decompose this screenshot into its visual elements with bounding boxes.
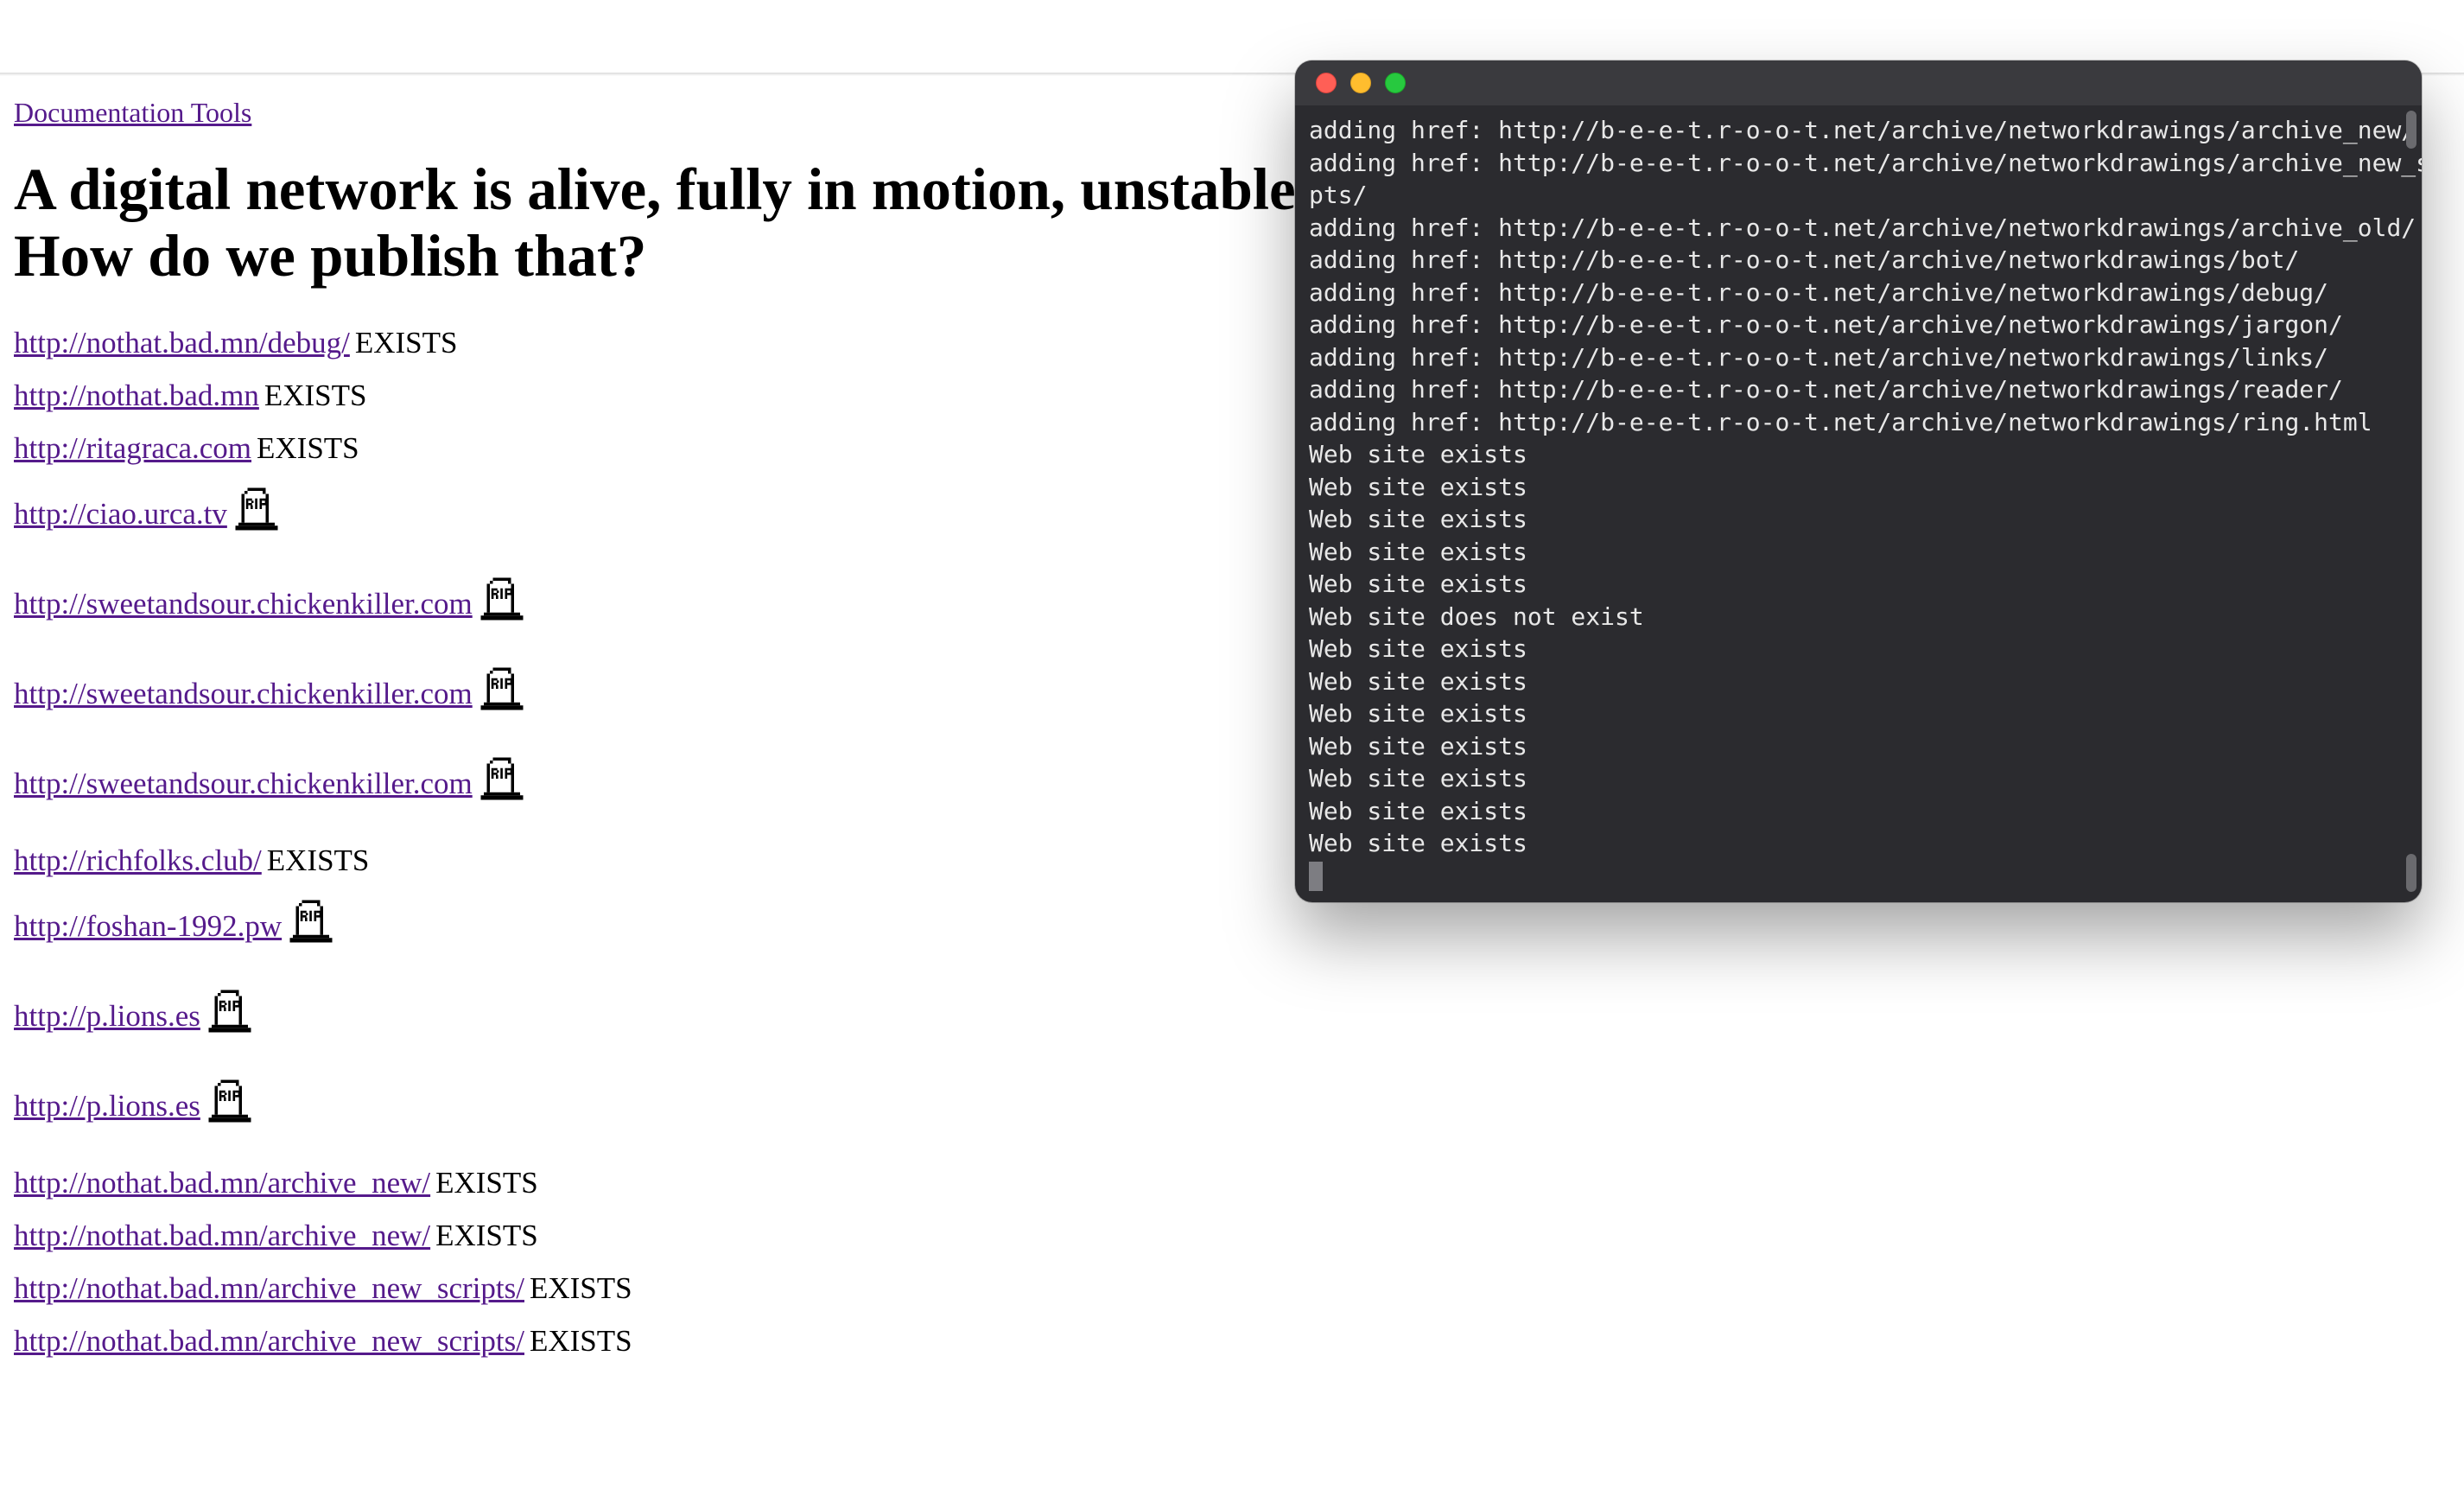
terminal-line: Web site exists	[1309, 634, 1527, 663]
zoom-icon[interactable]	[1385, 73, 1406, 93]
link-row: http://nothat.bad.mn/archive_new/ EXISTS	[14, 1168, 2450, 1198]
rip-tombstone-icon	[478, 576, 526, 622]
terminal-line: adding href: http://b-e-e-t.r-o-o-t.net/…	[1309, 343, 2328, 372]
terminal-line: Web site exists	[1309, 473, 1527, 501]
site-link[interactable]: http://p.lions.es	[14, 1001, 200, 1031]
terminal-line: Web site does not exist	[1309, 602, 1644, 631]
terminal-line: Web site exists	[1309, 667, 1527, 696]
site-link[interactable]: http://nothat.bad.mn/archive_new_scripts…	[14, 1273, 524, 1303]
status-exists-label: EXISTS	[530, 1326, 632, 1356]
site-link[interactable]: http://richfolks.club/	[14, 845, 262, 875]
site-link[interactable]: http://nothat.bad.mn	[14, 380, 259, 411]
terminal-line: adding href: http://b-e-e-t.r-o-o-t.net/…	[1309, 278, 2328, 307]
rip-tombstone-icon	[287, 898, 335, 945]
terminal-cursor	[1309, 862, 1323, 891]
terminal-line: Web site exists	[1309, 538, 1527, 566]
site-link[interactable]: http://sweetandsour.chickenkiller.com	[14, 589, 473, 619]
status-exists-label: EXISTS	[355, 328, 458, 358]
terminal-line: adding href: http://b-e-e-t.r-o-o-t.net/…	[1309, 149, 2422, 177]
page-title-line-2: How do we publish that?	[14, 223, 646, 289]
site-link[interactable]: http://nothat.bad.mn/archive_new/	[14, 1220, 430, 1251]
minimize-icon[interactable]	[1350, 73, 1371, 93]
link-row: http://p.lions.es	[14, 1078, 2450, 1121]
status-exists-label: EXISTS	[435, 1168, 538, 1198]
terminal-line: adding href: http://b-e-e-t.r-o-o-t.net/…	[1309, 408, 2372, 436]
terminal-line: Web site exists	[1309, 570, 1527, 598]
terminal-window[interactable]: adding href: http://b-e-e-t.r-o-o-t.net/…	[1295, 60, 2422, 902]
terminal-line: Web site exists	[1309, 764, 1527, 793]
terminal-line: Web site exists	[1309, 505, 1527, 533]
terminal-scrollbar-top[interactable]	[2406, 111, 2416, 149]
terminal-line: adding href: http://b-e-e-t.r-o-o-t.net/…	[1309, 310, 2343, 339]
terminal-line: pts/	[1309, 181, 1367, 209]
site-link[interactable]: http://sweetandsour.chickenkiller.com	[14, 678, 473, 709]
close-icon[interactable]	[1316, 73, 1337, 93]
status-exists-label: EXISTS	[257, 433, 359, 463]
link-row: http://nothat.bad.mn/archive_new_scripts…	[14, 1273, 2450, 1303]
link-row: http://foshan-1992.pw	[14, 898, 2450, 941]
terminal-line: Web site exists	[1309, 829, 1527, 857]
site-link[interactable]: http://nothat.bad.mn/archive_new/	[14, 1168, 430, 1198]
nav-documentation-tools[interactable]: Documentation Tools	[14, 97, 251, 128]
terminal-line: adding href: http://b-e-e-t.r-o-o-t.net/…	[1309, 375, 2343, 404]
link-row: http://nothat.bad.mn/archive_new_scripts…	[14, 1326, 2450, 1356]
terminal-titlebar[interactable]	[1295, 60, 2422, 105]
terminal-scrollbar-bottom[interactable]	[2406, 854, 2416, 892]
status-exists-label: EXISTS	[267, 845, 370, 875]
site-link[interactable]: http://nothat.bad.mn/debug/	[14, 328, 350, 358]
terminal-line: Web site exists	[1309, 440, 1527, 468]
rip-tombstone-icon	[232, 486, 281, 532]
terminal-line: adding href: http://b-e-e-t.r-o-o-t.net/…	[1309, 245, 2299, 274]
terminal-line: adding href: http://b-e-e-t.r-o-o-t.net/…	[1309, 116, 2416, 144]
terminal-output[interactable]: adding href: http://b-e-e-t.r-o-o-t.net/…	[1295, 105, 2422, 902]
link-row: http://nothat.bad.mn/archive_new/ EXISTS	[14, 1220, 2450, 1251]
site-link[interactable]: http://foshan-1992.pw	[14, 911, 282, 941]
site-link[interactable]: http://ciao.urca.tv	[14, 499, 227, 529]
rip-tombstone-icon	[478, 665, 526, 712]
status-exists-label: EXISTS	[435, 1220, 538, 1251]
rip-tombstone-icon	[206, 988, 254, 1034]
status-exists-label: EXISTS	[530, 1273, 632, 1303]
terminal-line: adding href: http://b-e-e-t.r-o-o-t.net/…	[1309, 213, 2416, 242]
site-link[interactable]: http://p.lions.es	[14, 1091, 200, 1121]
rip-tombstone-icon	[206, 1078, 254, 1124]
terminal-line: Web site exists	[1309, 699, 1527, 728]
terminal-line: Web site exists	[1309, 732, 1527, 761]
rip-tombstone-icon	[478, 755, 526, 802]
site-link[interactable]: http://sweetandsour.chickenkiller.com	[14, 768, 473, 799]
site-link[interactable]: http://ritagraca.com	[14, 433, 251, 463]
terminal-line: Web site exists	[1309, 797, 1527, 825]
link-row: http://p.lions.es	[14, 988, 2450, 1031]
status-exists-label: EXISTS	[264, 380, 367, 411]
site-link[interactable]: http://nothat.bad.mn/archive_new_scripts…	[14, 1326, 524, 1356]
